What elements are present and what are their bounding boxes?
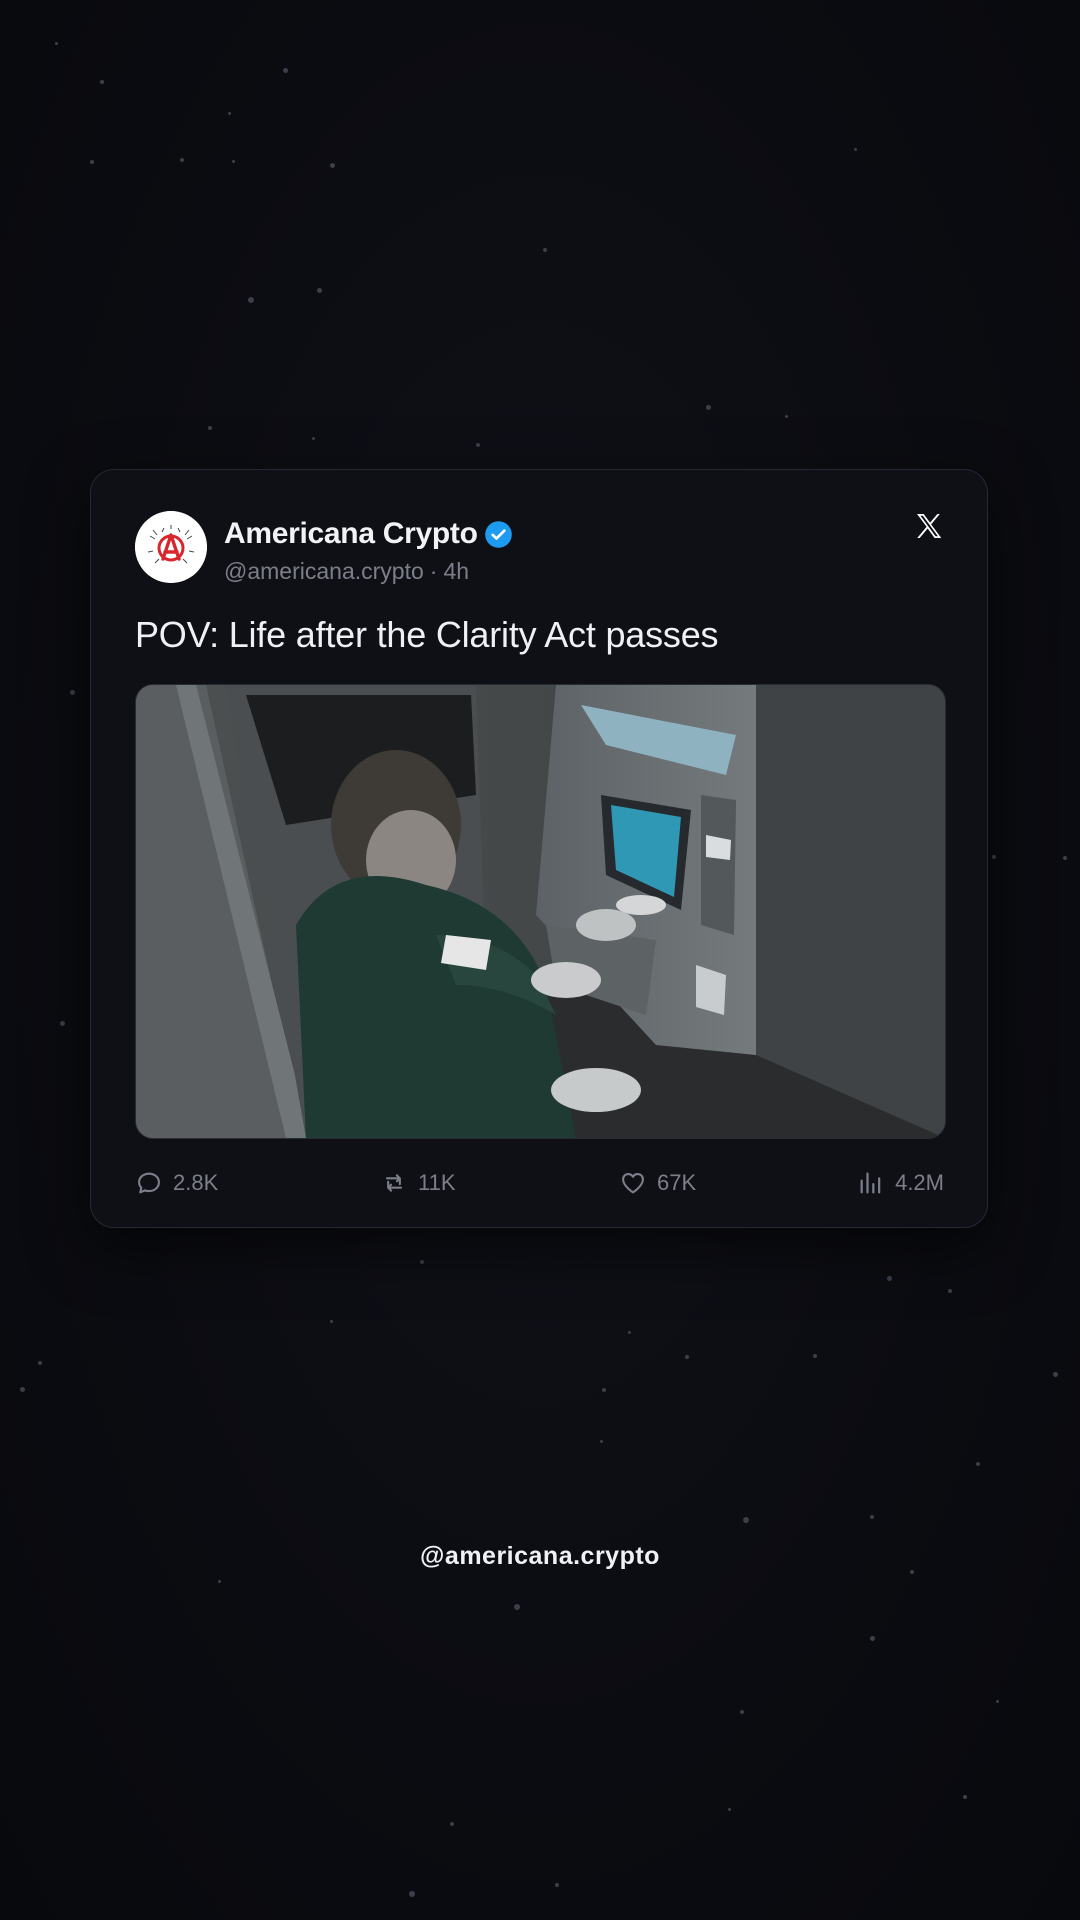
repost-count: 11K: [418, 1170, 456, 1195]
star-dot: [543, 248, 547, 252]
post-text: POV: Life after the Clarity Act passes: [135, 614, 719, 655]
star-dot: [948, 1289, 952, 1293]
page: Americana Crypto @americana.crypto · 4h PO…: [0, 0, 1080, 1920]
star-dot: [20, 1387, 25, 1392]
star-dot: [180, 158, 184, 162]
star-dot: [330, 163, 335, 168]
star-dot: [420, 1260, 424, 1264]
star-dot: [409, 1891, 415, 1897]
anarchy-a-logo-icon: [135, 511, 207, 583]
x-logo-icon[interactable]: [913, 510, 945, 542]
star-dot: [870, 1636, 875, 1641]
star-dot: [450, 1822, 454, 1826]
star-dot: [330, 1320, 333, 1323]
avatar[interactable]: [135, 511, 207, 583]
star-dot: [976, 1462, 980, 1466]
views-chart-icon: [860, 1172, 881, 1194]
star-dot: [785, 415, 788, 418]
repost-button[interactable]: 11K: [380, 1169, 456, 1197]
author-name-row: Americana Crypto: [224, 514, 513, 554]
reply-button[interactable]: 2.8K: [135, 1169, 218, 1197]
star-dot: [248, 297, 254, 303]
star-dot: [100, 80, 104, 84]
post-card[interactable]: Americana Crypto @americana.crypto · 4h PO…: [90, 469, 988, 1228]
star-dot: [813, 1354, 817, 1358]
star-dot: [685, 1355, 689, 1359]
engagement-bar: 2.8K 11K 67K 4.2M: [135, 1169, 944, 1205]
verified-badge-icon: [484, 520, 512, 548]
star-dot: [60, 1021, 65, 1026]
star-dot: [218, 1580, 221, 1583]
like-count: 67K: [657, 1170, 697, 1195]
star-dot: [600, 1440, 603, 1443]
author-handle[interactable]: @americana.crypto: [224, 558, 424, 584]
star-dot: [228, 112, 231, 115]
star-dot: [232, 160, 235, 163]
footer-handle: @americana.crypto: [420, 1542, 660, 1570]
meta-separator: ·: [429, 558, 438, 584]
author-name[interactable]: Americana Crypto: [224, 517, 478, 551]
views-button[interactable]: 4.2M: [857, 1169, 944, 1197]
reply-icon: [138, 1172, 160, 1194]
star-dot: [283, 68, 288, 73]
star-dot: [996, 1700, 999, 1703]
star-dot: [740, 1710, 744, 1714]
star-dot: [312, 437, 315, 440]
star-dot: [317, 288, 322, 293]
star-dot: [476, 443, 480, 447]
star-dot: [514, 1604, 520, 1610]
reply-count: 2.8K: [173, 1170, 219, 1195]
post-time[interactable]: 4h: [443, 558, 469, 584]
star-dot: [706, 405, 711, 410]
star-dot: [887, 1276, 892, 1281]
star-dot: [854, 148, 857, 151]
video-thumbnail[interactable]: [135, 684, 946, 1139]
star-dot: [38, 1361, 42, 1365]
star-dot: [992, 855, 996, 859]
view-count: 4.2M: [895, 1170, 944, 1195]
heart-icon: [622, 1172, 644, 1194]
like-button[interactable]: 67K: [619, 1169, 696, 1197]
star-dot: [602, 1388, 606, 1392]
star-dot: [70, 690, 75, 695]
star-dot: [743, 1517, 749, 1523]
atm-scene-image: [136, 685, 945, 1138]
star-dot: [208, 426, 212, 430]
repost-icon: [385, 1174, 403, 1192]
star-dot: [870, 1515, 874, 1519]
star-dot: [963, 1795, 967, 1799]
star-dot: [1053, 1372, 1058, 1377]
star-dot: [1063, 856, 1067, 860]
author-meta: @americana.crypto · 4h: [224, 558, 469, 585]
star-dot: [90, 160, 94, 164]
star-dot: [628, 1331, 631, 1334]
star-dot: [55, 42, 58, 45]
star-dot: [728, 1808, 731, 1811]
star-dot: [555, 1883, 559, 1887]
